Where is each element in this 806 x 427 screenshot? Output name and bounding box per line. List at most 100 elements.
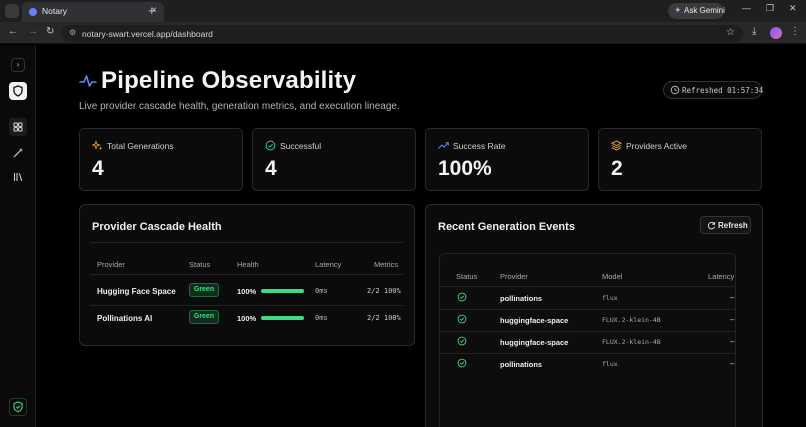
- status-badge: Green: [189, 310, 219, 324]
- column-header-model: Model: [602, 272, 623, 281]
- stat-card-success-rate: Success Rate 100%: [425, 128, 589, 191]
- event-latency: –: [730, 359, 735, 368]
- stat-value: 4: [265, 157, 277, 180]
- success-check-icon: [457, 314, 467, 324]
- stat-card-successful: Successful 4: [252, 128, 416, 191]
- latency-value: 0ms: [315, 314, 328, 322]
- table-row[interactable]: pollinations flux –: [440, 287, 735, 309]
- sparkles-icon: [92, 140, 103, 151]
- table-row[interactable]: pollinations flux –: [440, 353, 735, 375]
- refreshed-time: Refreshed 01:57:34: [682, 86, 764, 95]
- activity-icon: [79, 75, 97, 87]
- download-icon[interactable]: ⤓: [752, 26, 756, 37]
- minimize-icon[interactable]: —: [742, 3, 751, 13]
- main-content: Pipeline Observability Live provider cas…: [37, 45, 806, 427]
- sidebar-item-security[interactable]: [9, 398, 27, 416]
- provider-cascade-panel: Provider Cascade Health Provider Status …: [79, 204, 415, 346]
- favicon-icon: [29, 8, 37, 16]
- recent-events-panel: Recent Generation Events Refresh Status …: [425, 204, 763, 427]
- success-check-icon: [457, 292, 467, 302]
- health-bar: [261, 289, 304, 293]
- forward-icon[interactable]: →: [28, 26, 38, 37]
- stat-value: 2: [611, 157, 623, 180]
- restore-icon[interactable]: ❐: [766, 3, 774, 14]
- column-header-metrics: Metrics: [374, 260, 399, 269]
- tab-title: Notary: [42, 6, 68, 16]
- status-badge: Green: [189, 283, 219, 297]
- magic-wand-icon: [13, 148, 23, 158]
- column-header-provider: Provider: [500, 272, 528, 281]
- column-header-latency: Latency: [708, 272, 735, 281]
- trending-up-icon: [438, 142, 449, 149]
- stat-label: Providers Active: [626, 141, 687, 151]
- browser-toolbar: ← → ↻ ⚙ notary-swart.vercel.app/dashboar…: [0, 22, 806, 44]
- shield-icon: [13, 85, 23, 97]
- table-row[interactable]: huggingface-space FLUX.2-klein-4B –: [440, 331, 735, 353]
- profile-avatar[interactable]: [770, 27, 782, 39]
- event-model: FLUX.2-klein-4B: [602, 316, 661, 324]
- app-sidebar: ›: [0, 45, 36, 427]
- event-provider: pollinations: [500, 294, 543, 303]
- refresh-label: Refresh: [718, 221, 748, 230]
- new-tab-button[interactable]: +: [148, 3, 156, 18]
- panel-title: Provider Cascade Health: [92, 221, 222, 233]
- latency-value: 0ms: [315, 287, 328, 295]
- back-icon[interactable]: ←: [8, 26, 18, 37]
- table-row[interactable]: Hugging Face Space Green 100% 0ms 2/2 10…: [90, 278, 404, 305]
- app-logo[interactable]: [9, 82, 27, 100]
- ask-gemini-button[interactable]: ✦ Ask Gemini: [668, 3, 725, 19]
- clock-icon: [670, 85, 680, 95]
- page-subtitle: Live provider cascade health, generation…: [79, 101, 400, 112]
- page-title: Pipeline Observability: [101, 67, 357, 94]
- bookmark-star-icon[interactable]: ☆: [726, 27, 735, 38]
- table-row[interactable]: huggingface-space FLUX.2-klein-4B –: [440, 309, 735, 331]
- table-row[interactable]: Pollinations AI Green 100% 0ms 2/2 100%: [90, 305, 404, 332]
- site-info-icon[interactable]: ⚙: [69, 28, 76, 37]
- provider-name: Pollinations AI: [97, 314, 153, 323]
- shield-check-icon: [13, 401, 23, 413]
- panel-title: Recent Generation Events: [438, 221, 575, 233]
- column-header-status: Status: [456, 272, 478, 281]
- check-circle-icon: [265, 140, 276, 151]
- divider: [90, 274, 404, 275]
- stat-value: 4: [92, 157, 104, 180]
- event-model: flux: [602, 294, 618, 302]
- browser-tab[interactable]: Notary ×: [22, 2, 164, 22]
- address-bar[interactable]: ⚙ notary-swart.vercel.app/dashboard ☆: [61, 25, 743, 42]
- sidebar-item-dashboard[interactable]: [9, 118, 27, 136]
- sidebar-item-generate[interactable]: [9, 144, 27, 162]
- stat-value: 100%: [438, 157, 492, 180]
- health-bar-fill: [261, 316, 304, 320]
- close-window-icon[interactable]: ✕: [789, 3, 797, 14]
- tab-search-button[interactable]: [5, 4, 19, 18]
- event-model: flux: [602, 360, 618, 368]
- reload-icon[interactable]: ↻: [46, 26, 54, 37]
- browser-tab-bar: Notary × + ✦ Ask Gemini — ❐ ✕: [0, 0, 806, 22]
- events-table: Status Provider Model Latency pollinatio…: [439, 253, 736, 427]
- success-check-icon: [457, 358, 467, 368]
- refresh-icon: [707, 222, 716, 230]
- event-latency: –: [730, 293, 735, 302]
- column-header-health: Health: [237, 260, 259, 269]
- health-bar: [261, 316, 304, 320]
- menu-icon[interactable]: ⋮: [790, 26, 800, 37]
- success-check-icon: [457, 336, 467, 346]
- refresh-button[interactable]: Refresh: [700, 216, 751, 234]
- column-header-provider: Provider: [97, 260, 125, 269]
- gemini-icon: ✦: [674, 5, 682, 15]
- health-bar-fill: [261, 289, 304, 293]
- ask-gemini-label: Ask Gemini: [684, 6, 725, 15]
- event-provider: huggingface-space: [500, 316, 569, 325]
- column-header-latency: Latency: [315, 260, 342, 269]
- stat-card-providers-active: Providers Active 2: [598, 128, 762, 191]
- sidebar-item-library[interactable]: [9, 168, 27, 186]
- layers-icon: [611, 140, 622, 151]
- metrics-value: 2/2 100%: [367, 287, 401, 295]
- event-provider: huggingface-space: [500, 338, 569, 347]
- expand-sidebar-button[interactable]: ›: [11, 58, 25, 72]
- event-model: FLUX.2-klein-4B: [602, 338, 661, 346]
- event-latency: –: [730, 337, 735, 346]
- stat-label: Total Generations: [107, 141, 174, 151]
- column-header-status: Status: [189, 260, 211, 269]
- health-percent: 100%: [237, 287, 257, 296]
